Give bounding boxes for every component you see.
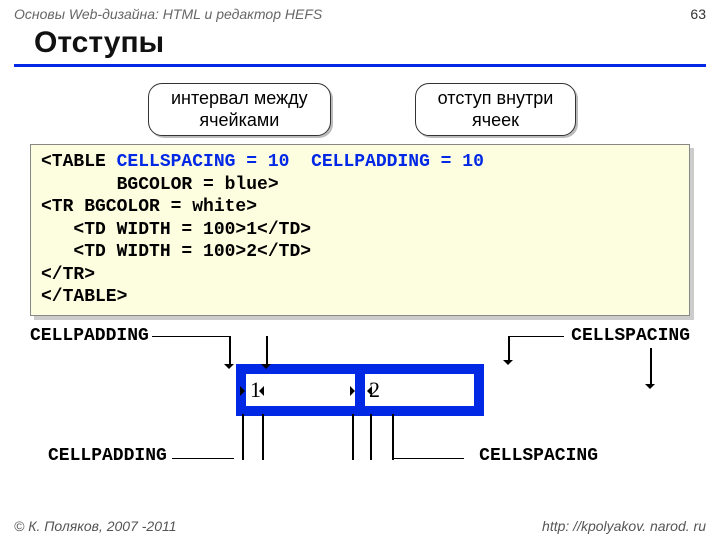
table-cell: 2 bbox=[365, 374, 474, 406]
label-cellspacing-top: CELLSPACING bbox=[571, 326, 690, 346]
label-cellpadding-top: CELLPADDING bbox=[30, 326, 149, 346]
table-illustration: 1 2 bbox=[236, 364, 484, 416]
copyright: © К. Поляков, 2007 -2011 bbox=[14, 518, 177, 534]
label-cellspacing-bottom: CELLSPACING bbox=[479, 446, 598, 466]
label-cellpadding-bottom: CELLPADDING bbox=[48, 446, 167, 466]
callout-cellpadding: отступ внутри ячеек bbox=[415, 83, 577, 136]
callout-cellspacing: интервал между ячейками bbox=[148, 83, 331, 136]
doc-header: Основы Web-дизайна: HTML и редактор HEFS bbox=[14, 6, 322, 22]
page-title: Отступы bbox=[34, 26, 706, 60]
footer-url: http: //kpolyakov. narod. ru bbox=[542, 518, 706, 534]
diagram: CELLPADDING CELLSPACING CELLPADDING CELL… bbox=[30, 326, 690, 486]
page-number: 63 bbox=[690, 6, 706, 22]
code-block: <TABLE CELLSPACING = 10 CELLPADDING = 10… bbox=[30, 144, 690, 316]
